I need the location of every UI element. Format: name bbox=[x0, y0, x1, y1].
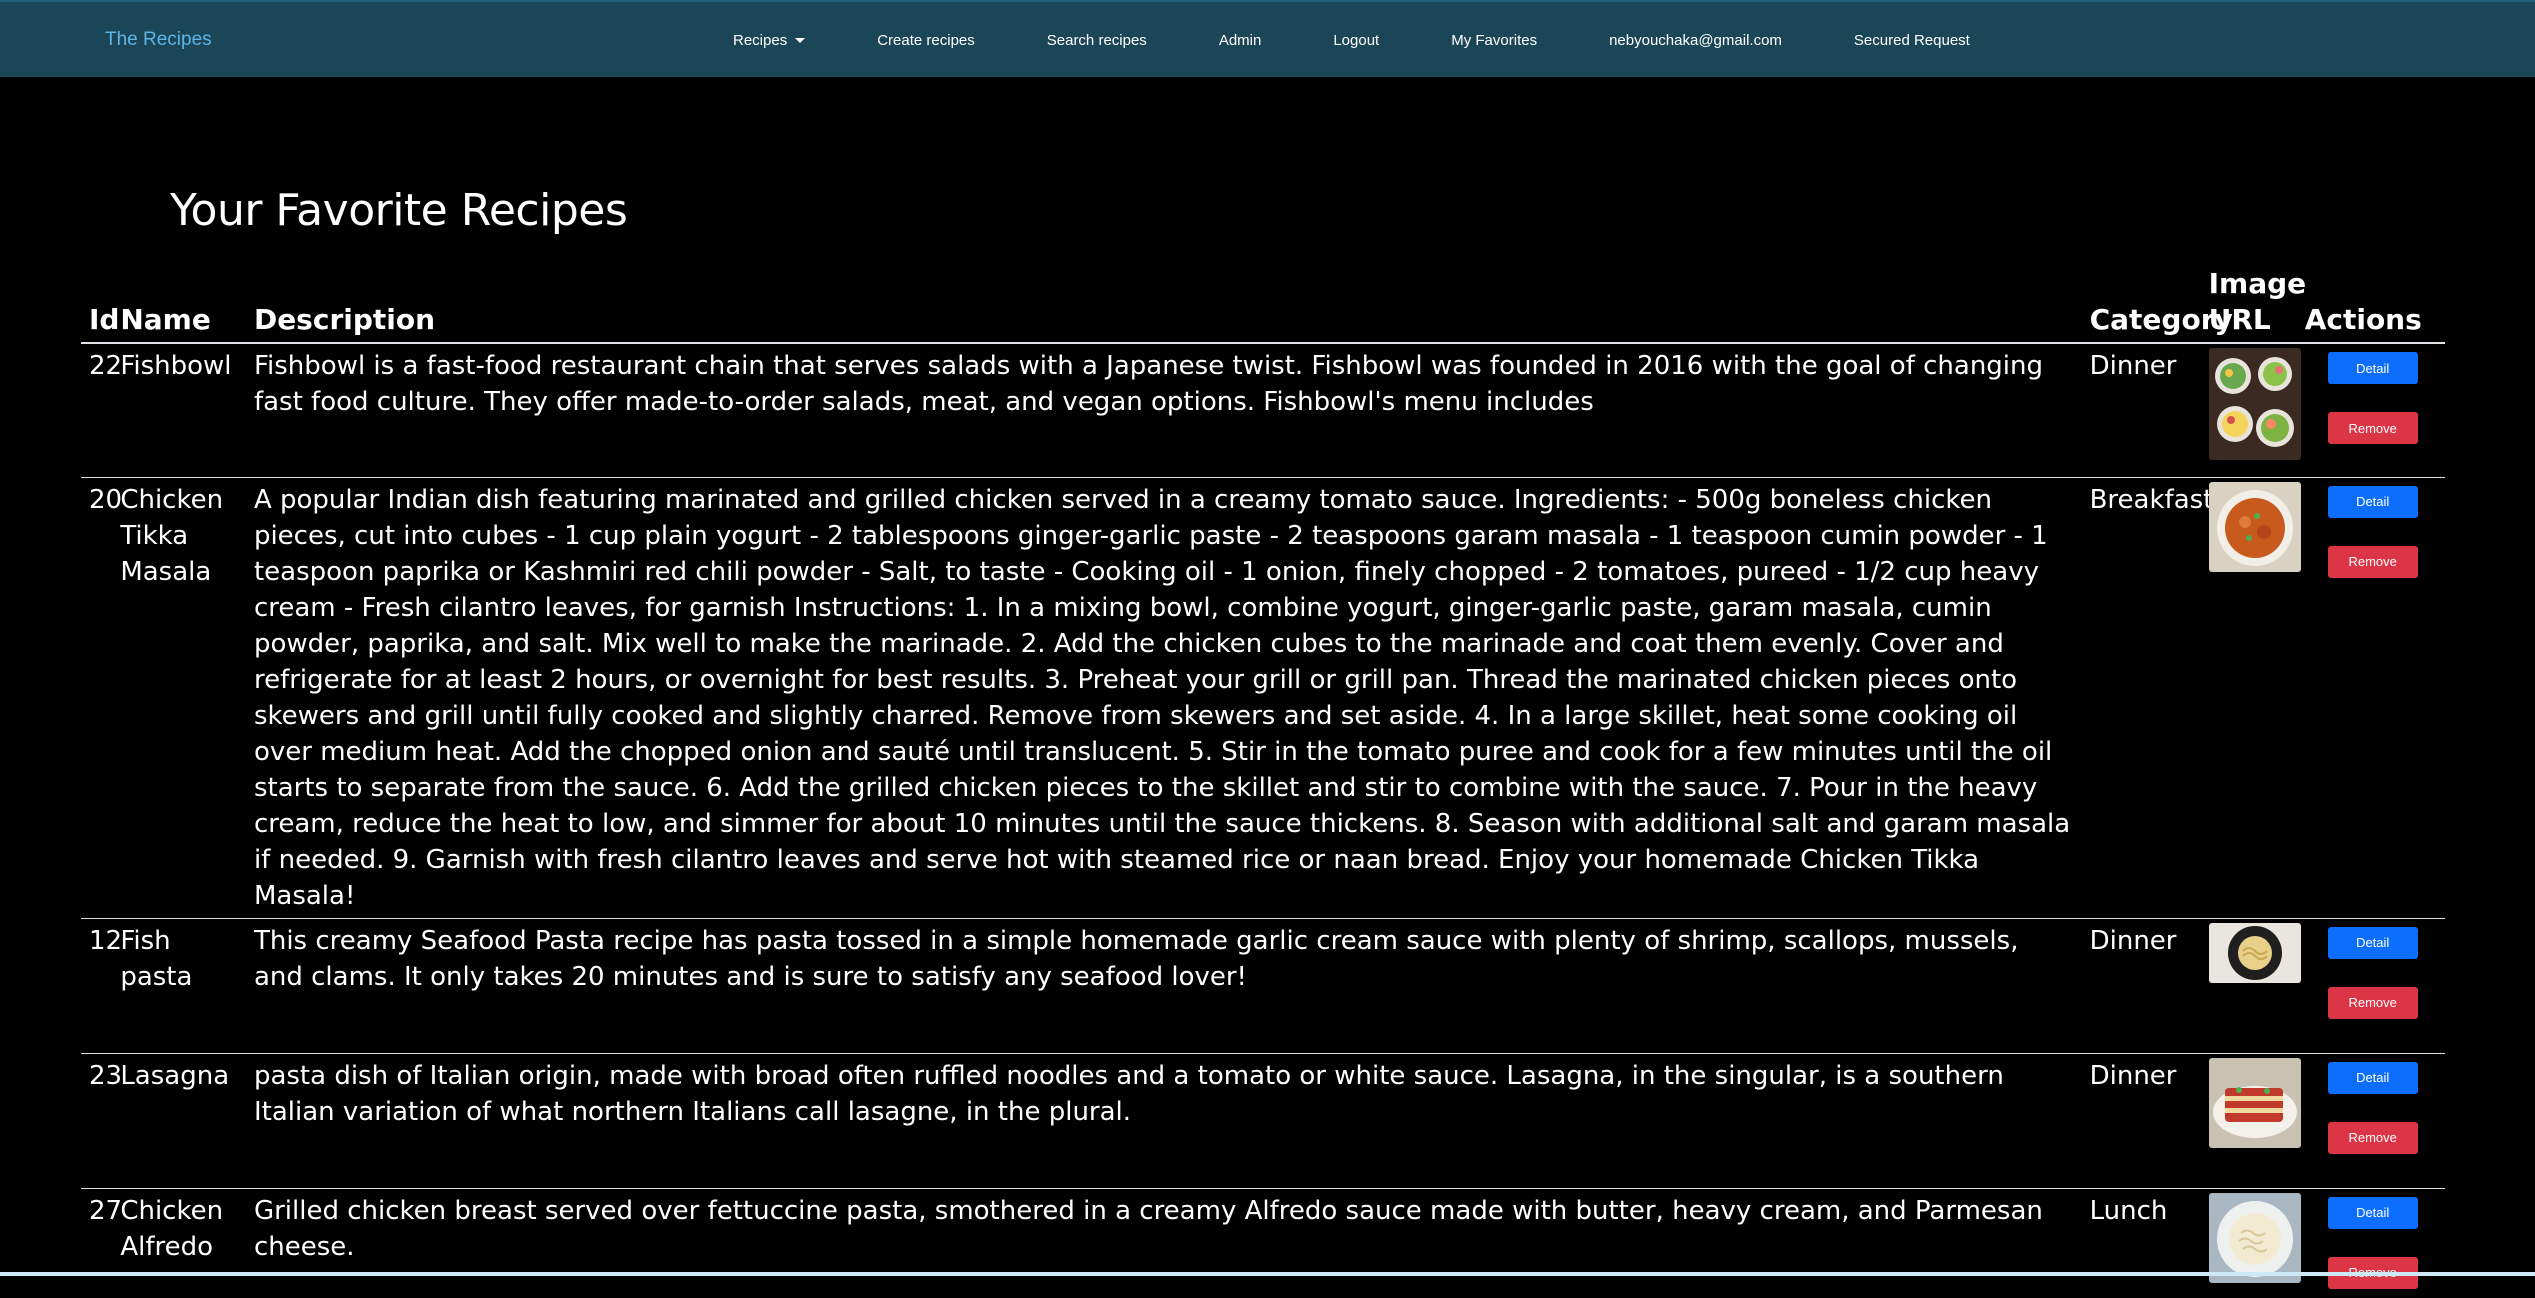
table-row: 22 Fishbowl Fishbowl is a fast-food rest… bbox=[81, 343, 2445, 477]
nav-recipes-label: Recipes bbox=[733, 31, 788, 49]
remove-button[interactable]: Remove bbox=[2327, 545, 2418, 578]
remove-button[interactable]: Remove bbox=[2327, 1121, 2418, 1154]
nav-my-favorites[interactable]: My Favorites bbox=[1451, 32, 1537, 49]
cell-category: Breakfast bbox=[2081, 476, 2213, 918]
cell-description: Grilled chicken breast served over fettu… bbox=[245, 1187, 2082, 1298]
detail-button[interactable]: Detail bbox=[2327, 1196, 2418, 1229]
cell-description: Fishbowl is a fast-food restaurant chain… bbox=[253, 351, 2044, 417]
cell-category: Dinner bbox=[2089, 351, 2177, 381]
remove-button[interactable]: Remove bbox=[2327, 412, 2418, 444]
header-name: Name bbox=[112, 266, 246, 344]
cell-id: 23 bbox=[81, 1052, 122, 1188]
cell-image bbox=[2201, 343, 2301, 477]
cell-actions: Detail Remove bbox=[2296, 1187, 2445, 1298]
detail-button[interactable]: Detail bbox=[2327, 1061, 2418, 1094]
nav-recipes-dropdown[interactable]: Recipes bbox=[733, 31, 806, 49]
cell-actions: Detail Remove bbox=[2296, 1052, 2445, 1188]
cell-image bbox=[2200, 476, 2301, 918]
cell-name: Fish pasta bbox=[112, 917, 246, 1053]
favorites-table: Id Name Description Category Image URL A… bbox=[81, 266, 2445, 1298]
nav-search-recipes[interactable]: Search recipes bbox=[1047, 32, 1147, 49]
cell-id: 20 bbox=[81, 476, 122, 918]
cell-image bbox=[2200, 1052, 2301, 1188]
nav-admin[interactable]: Admin bbox=[1219, 32, 1262, 49]
header-id: Id bbox=[81, 266, 119, 344]
cell-category: Dinner bbox=[2081, 1052, 2201, 1188]
cell-actions: Detail Remove bbox=[2296, 917, 2445, 1053]
nav-secured-request[interactable]: Secured Request bbox=[1854, 32, 1970, 49]
header-description: Description bbox=[245, 266, 2082, 344]
detail-button[interactable]: Detail bbox=[2327, 352, 2418, 384]
recipe-image-fish-pasta bbox=[2208, 922, 2301, 983]
recipe-image-chicken-tikka-masala bbox=[2208, 481, 2301, 572]
cell-description: pasta dish of Italian origin, made with … bbox=[245, 1052, 2082, 1188]
cell-description: This creamy Seafood Pasta recipe has pas… bbox=[245, 917, 2082, 1053]
cell-id: 12 bbox=[81, 917, 122, 1053]
cell-actions: Detail Remove bbox=[2297, 343, 2445, 477]
cell-name: Lasagna bbox=[112, 1052, 246, 1188]
table-row: 23 Lasagna pasta dish of Italian origin,… bbox=[81, 1052, 2445, 1188]
cell-name: Fishbowl bbox=[120, 351, 232, 381]
page-title: Your Favorite Recipes bbox=[170, 185, 628, 236]
nav-user-email[interactable]: nebyouchaka@gmail.com bbox=[1609, 32, 1782, 49]
detail-button[interactable]: Detail bbox=[2327, 485, 2418, 518]
table-row: 12 Fish pasta This creamy Seafood Pasta … bbox=[81, 917, 2445, 1053]
detail-button[interactable]: Detail bbox=[2327, 926, 2418, 959]
cell-description: A popular Indian dish featuring marinate… bbox=[245, 476, 2082, 918]
cell-id: 22 bbox=[89, 351, 123, 381]
table-header-row: Id Name Description Category Image URL A… bbox=[81, 266, 2445, 344]
table-row: 20 Chicken Tikka Masala A popular Indian… bbox=[81, 476, 2445, 918]
cell-name: Chicken Tikka Masala bbox=[112, 476, 246, 918]
header-actions: Actions bbox=[2296, 266, 2445, 344]
nav-logout[interactable]: Logout bbox=[1333, 32, 1379, 49]
cell-name: Chicken Alfredo bbox=[112, 1187, 246, 1298]
cell-category: Lunch bbox=[2081, 1187, 2201, 1298]
page-bottom-edge bbox=[0, 1272, 2535, 1276]
cell-category: Dinner bbox=[2081, 917, 2201, 1053]
nav-create-recipes[interactable]: Create recipes bbox=[877, 32, 975, 49]
cell-actions: Detail Remove bbox=[2296, 476, 2445, 918]
recipe-image-fishbowl bbox=[2208, 348, 2301, 460]
header-image-url: Image URL bbox=[2200, 266, 2306, 344]
navbar: The Recipes Recipes Create recipes Searc… bbox=[0, 0, 2535, 77]
recipe-image-chicken-alfredo bbox=[2208, 1192, 2301, 1283]
brand-link[interactable]: The Recipes bbox=[105, 29, 212, 51]
remove-button[interactable]: Remove bbox=[2327, 986, 2418, 1019]
caret-down-icon bbox=[795, 38, 806, 44]
cell-image bbox=[2200, 917, 2301, 1053]
header-category: Category bbox=[2081, 266, 2233, 344]
cell-image bbox=[2200, 1187, 2301, 1298]
cell-id: 27 bbox=[81, 1187, 122, 1298]
table-row: 27 Chicken Alfredo Grilled chicken breas… bbox=[81, 1187, 2445, 1298]
nav-links: Recipes Create recipes Search recipes Ad… bbox=[733, 30, 1970, 50]
recipe-image-lasagna bbox=[2208, 1057, 2301, 1148]
